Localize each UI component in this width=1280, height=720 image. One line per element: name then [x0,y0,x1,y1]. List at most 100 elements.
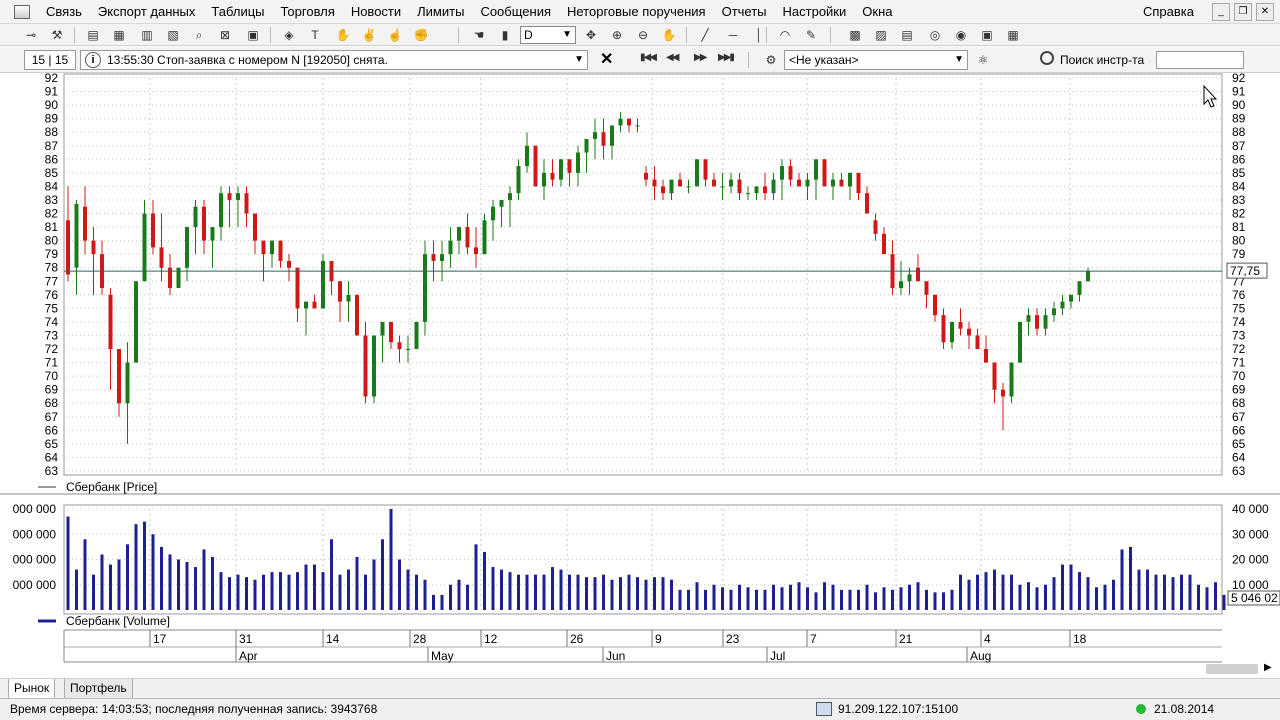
volume-bar[interactable] [763,589,767,610]
candle-body[interactable] [958,321,963,329]
volume-bar[interactable] [602,574,605,610]
volume-bar[interactable] [712,584,716,610]
candle-body[interactable] [814,159,818,180]
candle-body[interactable] [159,247,164,268]
volume-bar[interactable] [993,569,996,610]
deals-icon[interactable]: ▧ [164,27,182,43]
candle-body[interactable] [873,220,878,234]
volume-bar[interactable] [398,559,401,611]
candle-body[interactable] [244,193,249,214]
volume-bar[interactable] [636,577,639,610]
candle-body[interactable] [967,328,971,336]
candle-body[interactable] [287,260,291,268]
volume-bar[interactable] [491,567,495,610]
candle-body[interactable] [134,281,138,363]
candle-body[interactable] [525,145,529,167]
menu-item[interactable]: Лимиты [409,0,472,24]
volume-bar[interactable] [1137,569,1141,610]
volume-bar[interactable] [644,579,648,610]
candle-body[interactable] [984,349,988,363]
candle-body[interactable] [83,206,87,241]
volume-bar[interactable] [245,577,248,610]
menu-item[interactable]: Отчеты [714,0,775,24]
candle-body[interactable] [66,220,70,275]
candle-body[interactable] [559,159,563,180]
candle-body[interactable] [1035,315,1039,329]
portfolio-icon[interactable]: ▣ [244,27,262,43]
candle-body[interactable] [737,179,742,194]
volume-bar[interactable] [746,587,750,610]
magic-wand-icon[interactable]: ✎ [802,27,820,43]
horizontal-scrollbar[interactable] [1206,664,1258,674]
candle-body[interactable] [848,172,852,187]
volume-bar[interactable] [236,574,240,610]
candle-body[interactable] [695,159,699,187]
candle-body[interactable] [669,179,674,194]
menu-item[interactable]: Сообщения [472,0,559,24]
alert-icon[interactable]: ◈ [280,27,298,43]
timeframe-select[interactable]: D ▼ [520,26,576,44]
close-message-icon[interactable]: ✕ [600,51,613,69]
candle-body[interactable] [406,349,410,351]
volume-bar[interactable] [151,534,155,610]
candle-body[interactable] [448,240,453,255]
volume-bar[interactable] [865,584,869,610]
candle-body[interactable] [763,186,767,194]
menu-item[interactable]: Таблицы [203,0,272,24]
volume-bar[interactable] [1027,582,1030,610]
volume-bar[interactable] [270,572,274,610]
horizontal-line-icon[interactable]: ─ [724,27,742,43]
volume-bar[interactable] [228,577,231,610]
volume-bar[interactable] [814,592,818,610]
volume-bar[interactable] [100,554,104,610]
candle-body[interactable] [542,172,546,187]
volume-bar[interactable] [789,584,792,610]
candle-body[interactable] [661,186,665,194]
candle-body[interactable] [992,362,997,390]
volume-bar[interactable] [755,589,758,610]
volume-bar[interactable] [75,569,78,610]
volume-bar[interactable] [857,589,860,610]
volume-bar[interactable] [143,521,146,610]
candle-body[interactable] [227,193,232,200]
candle-body[interactable] [431,254,436,261]
hand-sell-icon[interactable]: ✌ [360,27,378,43]
volume-bar[interactable] [823,582,826,610]
candle-body[interactable] [474,247,478,255]
candle-body[interactable] [839,179,844,187]
volume-bar[interactable] [780,587,784,610]
volume-bar[interactable] [891,589,894,610]
candle-body[interactable] [253,213,257,241]
menu-item[interactable]: Торговля [273,0,343,24]
candle-body[interactable] [125,362,130,404]
candle-body[interactable] [193,206,198,228]
key-icon[interactable]: ⊸ [22,27,40,43]
candle-body[interactable] [236,193,240,200]
volume-bar[interactable] [389,509,393,610]
volume-bar[interactable] [1205,587,1209,610]
candle-body[interactable] [1077,281,1082,295]
volume-bar[interactable] [279,572,282,610]
volume-bar[interactable] [882,587,886,610]
candle-body[interactable] [1043,315,1048,329]
volume-bar[interactable] [1035,587,1039,610]
candle-body[interactable] [652,179,657,187]
candle-body[interactable] [805,179,810,187]
candle-body[interactable] [729,179,733,187]
candle-body[interactable] [440,254,444,261]
volume-bar[interactable] [959,574,962,610]
candle-body[interactable] [882,233,886,255]
volume-bar[interactable] [1163,574,1166,610]
volume-bar[interactable] [109,564,112,610]
volume-bar[interactable] [415,574,418,610]
volume-bar[interactable] [899,587,903,610]
volume-bar[interactable] [908,584,911,610]
candle-body[interactable] [117,349,121,404]
volume-bar[interactable] [848,589,852,610]
chevron-down-icon[interactable]: ▼ [574,51,584,69]
volume-bar[interactable] [721,587,724,610]
bar-chart-icon[interactable]: ▮ [496,27,514,43]
candle-body[interactable] [278,240,283,261]
prev-icon[interactable]: ◀◀ [666,52,679,63]
volume-bar[interactable] [364,574,367,610]
